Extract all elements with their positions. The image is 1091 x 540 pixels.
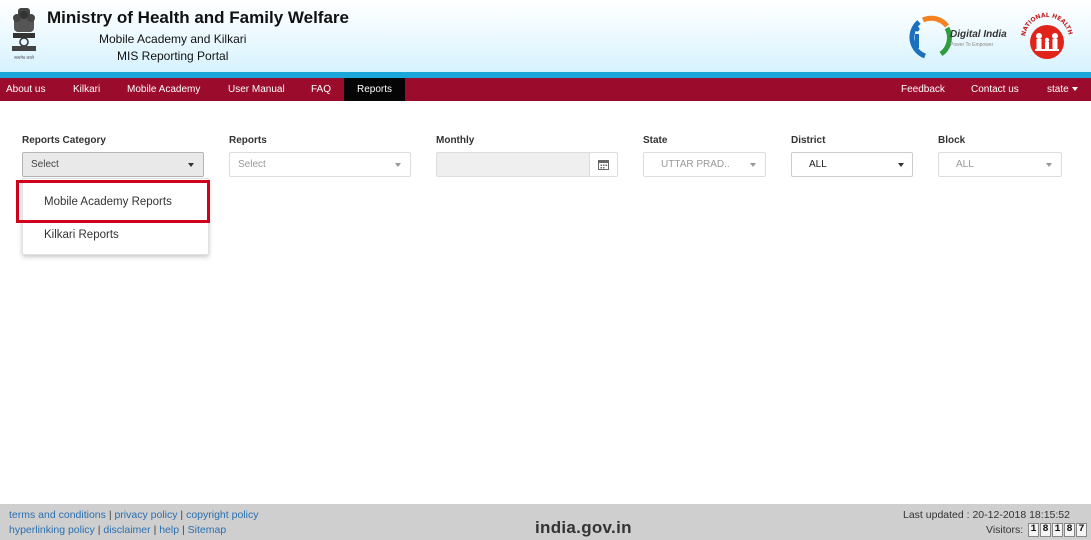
footer-separator: |: [97, 524, 101, 536]
footer-separator: |: [180, 509, 184, 521]
calendar-button[interactable]: [589, 152, 618, 177]
main-nav: About us Kilkari Mobile Academy User Man…: [0, 78, 1091, 101]
digital-india-text: Digital India: [950, 29, 1007, 40]
reports-value: Select: [238, 159, 266, 170]
nav-faq[interactable]: FAQ: [298, 78, 344, 101]
visitors-label: Visitors:: [986, 524, 1024, 536]
last-updated-text: Last updated : 20-12-2018 18:15:52: [903, 509, 1070, 521]
footer-link-help[interactable]: help: [159, 524, 179, 536]
state-value: UTTAR PRAD..: [661, 159, 730, 170]
nav-about-us[interactable]: About us: [0, 78, 51, 101]
chevron-down-icon: [898, 163, 904, 167]
block-label: Block: [938, 135, 966, 146]
reports-category-value: Select: [31, 159, 59, 170]
reports-category-select[interactable]: Select: [22, 152, 204, 177]
nav-user-manual[interactable]: User Manual: [215, 78, 298, 101]
visitor-digit: 8: [1040, 523, 1051, 537]
chevron-down-icon: [188, 163, 194, 167]
calendar-icon: [598, 160, 609, 170]
site-header: सत्यमेव जयते Ministry of Health and Fami…: [0, 0, 1091, 72]
block-select[interactable]: ALL: [938, 152, 1062, 177]
reports-category-label: Reports Category: [22, 135, 106, 146]
reports-label: Reports: [229, 135, 267, 146]
state-emblem-icon: सत्यमेव जयते: [12, 8, 36, 60]
visitor-digit: 8: [1064, 523, 1075, 537]
nav-mobile-academy[interactable]: Mobile Academy: [114, 78, 213, 101]
district-value: ALL: [809, 159, 827, 170]
footer-link-sitemap[interactable]: Sitemap: [188, 524, 227, 536]
footer-link-terms[interactable]: terms and conditions: [9, 509, 106, 521]
footer-links-row2: hyperlinking policy | disclaimer | help …: [9, 524, 226, 536]
state-label: State: [643, 135, 668, 146]
nav-state-label: state: [1047, 84, 1069, 95]
footer-separator: |: [153, 524, 157, 536]
district-label: District: [791, 135, 826, 146]
chevron-down-icon: [1046, 163, 1052, 167]
portal-subtitle-2: MIS Reporting Portal: [117, 49, 229, 63]
nav-state-menu[interactable]: state: [1034, 78, 1091, 101]
portal-subtitle-1: Mobile Academy and Kilkari: [99, 32, 247, 46]
footer-links-row1: terms and conditions | privacy policy | …: [9, 509, 258, 521]
visitor-digit: 1: [1052, 523, 1063, 537]
nhm-logo-icon: NATIONAL HEALTH MISSION: [1018, 10, 1074, 59]
footer-link-disclaimer[interactable]: disclaimer: [103, 524, 150, 536]
state-select[interactable]: UTTAR PRAD..: [643, 152, 766, 177]
digital-india-tagline: Power To Empower: [950, 42, 994, 48]
option-kilkari-reports[interactable]: Kilkari Reports: [23, 220, 208, 250]
footer-link-copyright[interactable]: copyright policy: [186, 509, 258, 521]
chevron-down-icon: [750, 163, 756, 167]
block-value: ALL: [956, 159, 974, 170]
footer-separator: |: [182, 524, 185, 536]
monthly-date-input[interactable]: [436, 152, 590, 177]
nav-contact-us[interactable]: Contact us: [958, 78, 1032, 101]
ministry-title: Ministry of Health and Family Welfare: [47, 8, 349, 27]
india-gov-logo[interactable]: india.gov.in: [535, 518, 632, 538]
option-mobile-academy-reports[interactable]: Mobile Academy Reports: [23, 187, 208, 217]
emblem-caption: सत्यमेव जयते: [14, 55, 34, 60]
chevron-down-icon: [395, 163, 401, 167]
monthly-label: Monthly: [436, 135, 475, 146]
reports-select[interactable]: Select: [229, 152, 411, 177]
nav-feedback[interactable]: Feedback: [889, 78, 957, 101]
footer-link-hyperlinking[interactable]: hyperlinking policy: [9, 524, 95, 536]
visitor-digit: 7: [1076, 523, 1087, 537]
visitor-counter: 1 8 1 8 7: [1028, 523, 1088, 537]
chevron-down-icon: [1071, 87, 1078, 92]
reports-category-dropdown: Mobile Academy Reports Kilkari Reports: [22, 178, 209, 255]
visitor-digit: 1: [1028, 523, 1039, 537]
footer-separator: |: [108, 509, 112, 521]
district-select[interactable]: ALL: [791, 152, 913, 177]
nav-reports[interactable]: Reports: [344, 78, 405, 101]
nav-kilkari[interactable]: Kilkari: [59, 78, 114, 101]
footer-link-privacy[interactable]: privacy policy: [114, 509, 177, 521]
